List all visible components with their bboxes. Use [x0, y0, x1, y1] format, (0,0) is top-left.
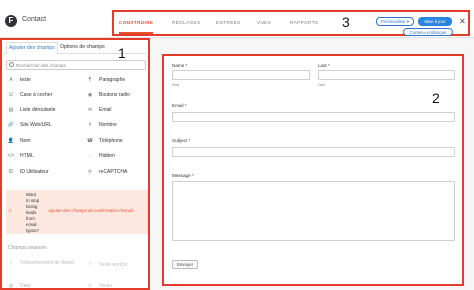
last-sublabel: Last [318, 83, 325, 87]
user-icon: 👤 [7, 138, 15, 144]
recaptcha-icon: ⟳ [87, 169, 93, 175]
hidden-icon: ◌ [88, 153, 92, 159]
field-name[interactable]: 👤 Nom [7, 137, 31, 145]
field-checkbox[interactable]: ☑ Case à cocher [7, 91, 53, 99]
embed-button[interactable]: Contenu embarqué [403, 28, 453, 36]
field-html[interactable]: </> HTML [7, 152, 33, 160]
message-textarea[interactable] [172, 181, 455, 241]
form-builder-app: F Contact CONSTRUIRE RÉGLAGES ENTRÉES VU… [0, 0, 474, 290]
clock-icon: ◷ [87, 283, 93, 289]
tab-add-fields[interactable]: Ajouter des champs [6, 42, 58, 54]
text-field-icon: A [9, 77, 13, 83]
checkbox-icon: ☑ [8, 92, 14, 98]
first-name-input[interactable] [172, 70, 310, 80]
last-name-input[interactable] [318, 70, 455, 80]
field-radio[interactable]: ◉ Boutons radio [86, 91, 130, 99]
field-phone[interactable]: ☎ Téléphone [86, 137, 123, 145]
subject-label: Subject * [172, 138, 191, 143]
annotation-number-2: 2 [432, 90, 440, 106]
active-tab-underline [119, 32, 153, 34]
message-label: Message * [172, 173, 194, 178]
field-search-input[interactable]: Rechercher des champs [6, 60, 146, 70]
form-preview-canvas: 2 Name * First Last * Last Email * Subje… [162, 54, 464, 286]
app-logo-icon[interactable]: F [5, 15, 17, 27]
last-label: Last * [318, 63, 330, 68]
submit-button[interactable]: Envoyer [172, 260, 198, 269]
hash-icon: # [88, 122, 92, 128]
field-url[interactable]: 🔗 Site Web/URL [7, 121, 52, 129]
annotation-number-1: 1 [118, 45, 126, 61]
field-dropdown[interactable]: ▤ Liste déroulante [7, 106, 56, 114]
name-label: Name * [172, 63, 188, 68]
field-file-upload[interactable]: ⇪ Téléversement de fichier [7, 260, 77, 274]
field-email[interactable]: ✉ Email [86, 106, 112, 114]
top-bar: F Contact CONSTRUIRE RÉGLAGES ENTRÉES VU… [0, 0, 474, 38]
tab-vues[interactable]: VUES [257, 20, 271, 25]
phone-icon: ☎ [86, 138, 94, 144]
search-icon [9, 62, 14, 67]
field-rich-text[interactable]: T Texte enrichi [86, 261, 127, 269]
field-paragraph[interactable]: ¶ Paragraphe [86, 76, 125, 84]
promo-text: Want to stop losing leads from email typ… [26, 192, 40, 233]
field-number[interactable]: # Nombre [86, 121, 117, 129]
link-icon: 🔗 [7, 122, 15, 128]
field-hidden[interactable]: ◌ Hidden [86, 152, 115, 160]
envelope-icon: ✉ [87, 107, 93, 113]
code-icon: </> [7, 153, 15, 159]
radio-icon: ◉ [87, 92, 93, 98]
field-date[interactable]: ▦ Date [7, 282, 31, 289]
close-icon[interactable]: ✕ [459, 17, 466, 26]
subject-input[interactable] [172, 147, 455, 157]
field-text[interactable]: Atexte [7, 76, 31, 84]
email-label: Email * [172, 103, 187, 108]
tab-field-options[interactable]: Options de champs [60, 44, 105, 50]
field-time[interactable]: ◷ Heure [86, 282, 113, 289]
field-user-id[interactable]: ID ID Utilisateur [7, 168, 49, 176]
calendar-icon: ▦ [8, 283, 14, 289]
add-email-confirmation-link[interactable]: Ajouter des champs de confirmation d'ema… [48, 208, 134, 213]
tab-rapports[interactable]: RAPPORTS [290, 20, 318, 25]
upload-icon: ⇪ [8, 260, 14, 266]
advanced-fields-heading[interactable]: Champs avancés [8, 245, 47, 251]
paragraph-icon: ¶ [88, 77, 92, 83]
first-sublabel: First [172, 83, 179, 87]
tab-construire[interactable]: CONSTRUIRE [119, 20, 153, 25]
id-icon: ID [8, 169, 14, 175]
update-button[interactable]: Mise à jour [418, 17, 452, 26]
email-input[interactable] [172, 112, 455, 122]
fields-sidebar: Ajouter des champs Options de champs 1 R… [0, 38, 150, 290]
dropdown-icon: ▤ [8, 107, 14, 113]
field-recaptcha[interactable]: ⟳ reCAPTCHA [86, 168, 127, 176]
preview-button[interactable]: Prévisualiser ▾ [376, 17, 414, 26]
warning-icon: ⚠ [8, 208, 13, 213]
builder-tabs-region: CONSTRUIRE RÉGLAGES ENTRÉES VUES RAPPORT… [112, 10, 470, 36]
tab-entrees[interactable]: ENTRÉES [216, 20, 241, 25]
annotation-number-3: 3 [342, 14, 350, 30]
email-typo-promo: ⚠ Want to stop losing leads from email t… [6, 190, 148, 234]
rich-text-icon: T [88, 262, 92, 268]
tab-reglages[interactable]: RÉGLAGES [172, 20, 200, 25]
form-title: Contact [22, 16, 47, 23]
